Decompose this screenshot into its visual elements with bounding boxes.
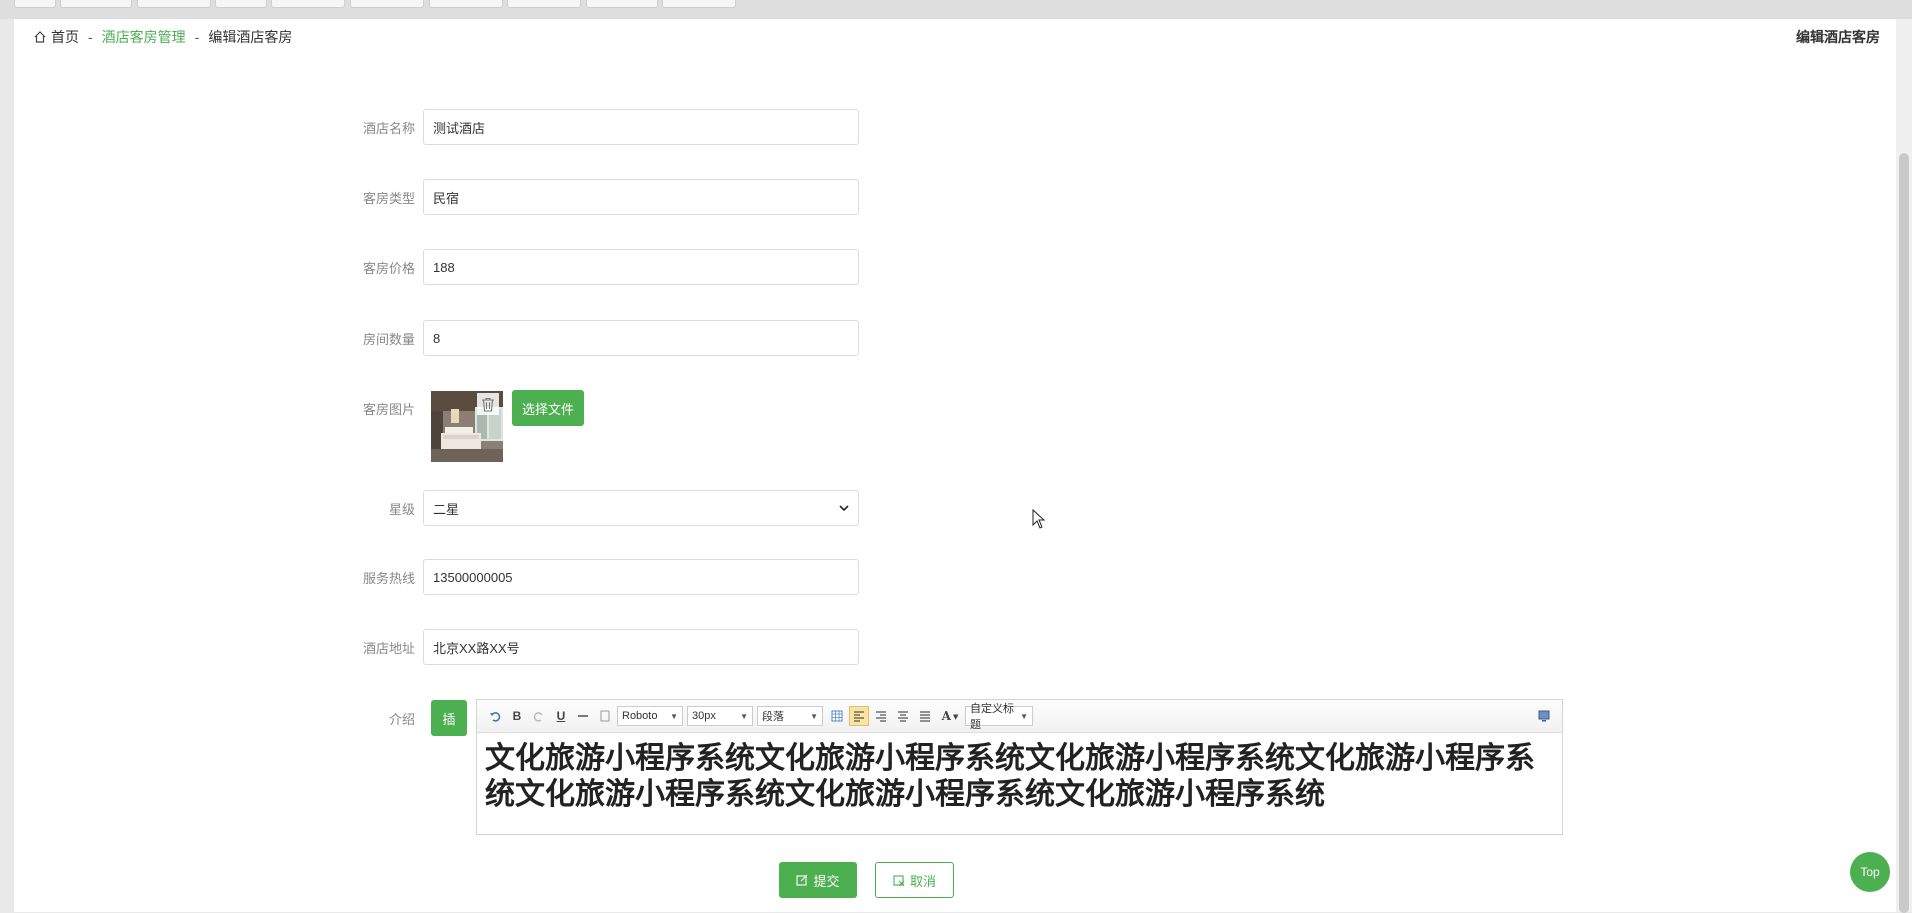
room-type-label: 客房类型 [362,190,415,206]
align-right-icon [876,711,886,722]
align-left-button[interactable] [849,706,869,726]
edit-icon [796,874,808,886]
fullscreen-button[interactable] [1534,706,1554,726]
star-row: 星级 二星 [300,489,859,527]
scrollbar[interactable] [1896,19,1912,913]
back-to-top-button[interactable]: Top [1850,852,1890,892]
redo-icon [533,712,543,722]
breadcrumb-current: 编辑酒店客房 [208,29,293,45]
tab[interactable] [271,0,345,8]
breadcrumb-home[interactable]: 首页 [51,27,79,47]
delete-image-button[interactable] [477,393,499,415]
redo-button[interactable] [529,706,549,726]
hotel-name-row: 酒店名称 [300,108,859,146]
choose-file-button[interactable]: 选择文件 [512,390,584,426]
chevron-down-icon [839,505,849,512]
hotline-label: 服务热线 [362,570,415,586]
table-button[interactable] [827,706,847,726]
room-count-input[interactable] [423,320,859,356]
breadcrumb: 首页 - 酒店客房管理 - 编辑酒店客房 [33,27,292,47]
room-price-label: 客房价格 [362,260,415,276]
submit-label: 提交 [813,873,840,889]
font-color-button[interactable]: A ▼ [937,706,963,726]
page-button[interactable] [595,706,615,726]
custom-heading-select[interactable]: 自定义标题 ▼ [965,703,1033,731]
room-price-input[interactable] [423,249,859,285]
star-select[interactable]: 二星 [423,490,859,526]
tab[interactable] [350,0,424,8]
tab[interactable] [137,0,211,8]
cancel-label: 取消 [909,873,936,889]
submit-button[interactable]: 提交 [779,862,857,898]
bold-button[interactable]: B [507,706,527,726]
mouse-cursor-icon [1032,509,1046,529]
align-center-button[interactable] [893,706,913,726]
scrollbar-thumb[interactable] [1899,153,1909,913]
dropdown-arrow-icon: ▼ [670,711,678,721]
tab[interactable] [586,0,658,8]
editor-toolbar: B U Roboto ▼ 30px ▼ 段落 ▼ A ▼ 自定义标题 ▼ [477,700,1562,733]
breadcrumb-separator: - [88,29,93,45]
hotel-name-label: 酒店名称 [362,120,415,136]
address-label: 酒店地址 [362,640,415,656]
underline-button[interactable]: U [551,706,571,726]
tab[interactable] [507,0,581,8]
breadcrumb-separator: - [194,29,200,45]
home-icon [34,31,46,43]
room-image-label: 客房图片 [362,401,415,417]
room-type-input[interactable] [423,179,859,215]
tab[interactable] [14,0,56,8]
hotline-row: 服务热线 [300,558,859,596]
cancel-icon [893,875,905,886]
breadcrumb-section[interactable]: 酒店客房管理 [102,27,186,47]
align-justify-icon [920,711,930,722]
tab[interactable] [662,0,736,8]
font-family-value: Roboto [622,710,658,722]
rich-text-editor[interactable]: B U Roboto ▼ 30px ▼ 段落 ▼ A ▼ 自定义标题 ▼ 文化旅游小程序系… [476,699,1563,835]
intro-row: 介绍 [300,699,423,737]
star-selected-value: 二星 [433,501,460,517]
fullscreen-icon [1538,710,1550,722]
editor-content[interactable]: 文化旅游小程序系统文化旅游小程序系统文化旅游小程序系统文化旅游小程序系统文化旅游… [477,733,1562,821]
tab[interactable] [429,0,503,8]
room-count-label: 房间数量 [362,331,415,347]
trash-icon [482,397,494,412]
room-price-row: 客房价格 [300,248,859,286]
page-title: 编辑酒店客房 [1796,29,1880,45]
align-right-button[interactable] [871,706,891,726]
page-icon [600,710,610,722]
room-count-row: 房间数量 [300,319,859,357]
intro-label: 介绍 [388,711,415,727]
star-label: 星级 [388,501,415,517]
font-color-icon: A [941,709,951,723]
room-type-row: 客房类型 [300,178,859,216]
hotel-name-input[interactable] [423,109,859,145]
address-row: 酒店地址 [300,628,859,666]
tab[interactable] [60,0,132,8]
dropdown-arrow-icon: ▼ [1020,711,1028,721]
font-size-value: 30px [692,710,716,722]
address-input[interactable] [423,629,859,665]
tab[interactable] [215,0,267,8]
cancel-button[interactable]: 取消 [875,862,954,898]
horizontal-rule-icon [578,715,588,717]
custom-heading-value: 自定义标题 [970,703,1014,731]
dropdown-arrow-icon: ▼ [810,711,818,721]
align-justify-button[interactable] [915,706,935,726]
undo-button[interactable] [485,706,505,726]
paragraph-select[interactable]: 段落 ▼ [757,706,823,726]
undo-icon [490,712,501,722]
room-image-row: 客房图片 [300,389,423,427]
dropdown-arrow-icon: ▼ [740,711,748,721]
font-family-select[interactable]: Roboto ▼ [617,706,683,726]
align-center-icon [898,711,908,722]
hotline-input[interactable] [423,559,859,595]
font-size-select[interactable]: 30px ▼ [687,706,753,726]
tab-strip [0,0,1912,19]
paragraph-value: 段落 [762,711,784,723]
table-icon [831,710,843,722]
align-left-icon [854,711,864,722]
insert-button[interactable]: 插 [431,700,467,736]
horizontal-rule-button[interactable] [573,706,593,726]
